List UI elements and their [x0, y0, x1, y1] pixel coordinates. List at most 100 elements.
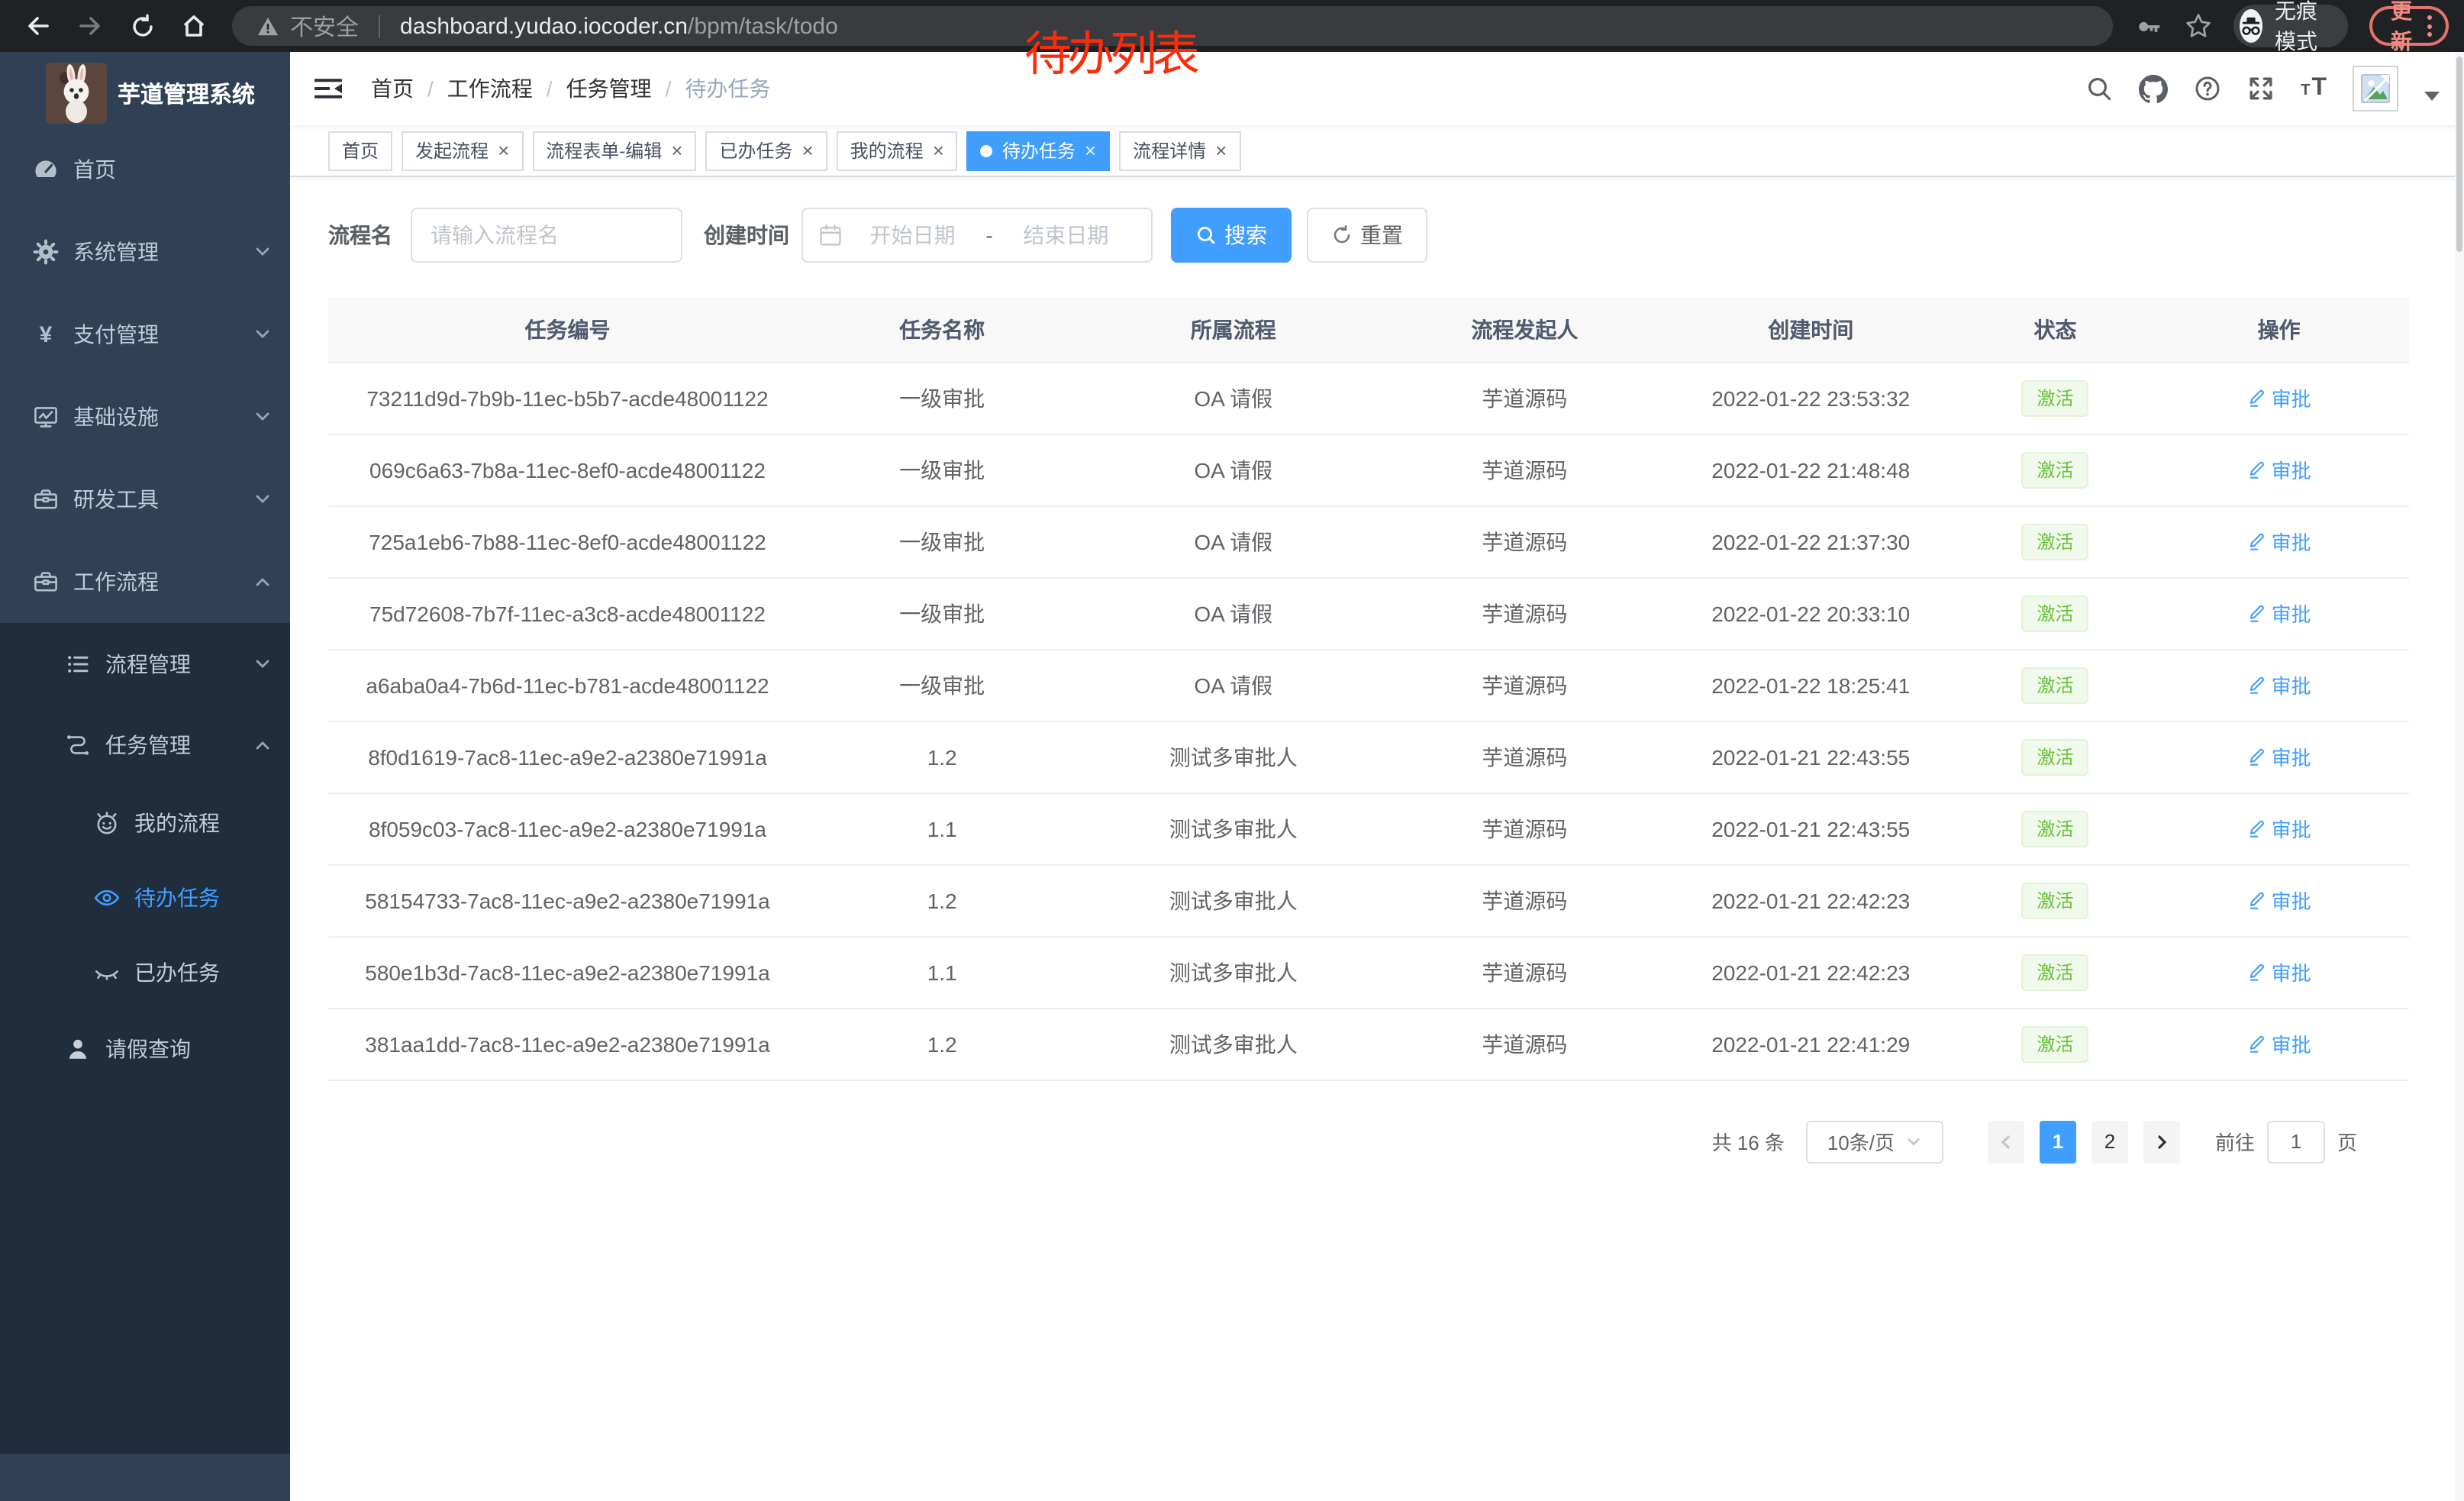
cell-status: 激活: [1962, 721, 2149, 792]
home-icon[interactable]: [171, 6, 217, 46]
approve-link[interactable]: 审批: [2247, 814, 2311, 843]
approve-link[interactable]: 审批: [2247, 599, 2311, 628]
reload-icon[interactable]: [119, 6, 165, 46]
close-icon[interactable]: ×: [1215, 140, 1227, 160]
font-size-icon[interactable]: TT: [2301, 75, 2327, 102]
approve-link[interactable]: 审批: [2247, 670, 2311, 699]
fullscreen-icon[interactable]: [2247, 75, 2275, 102]
date-range-picker[interactable]: 开始日期 - 结束日期: [801, 208, 1153, 263]
process-name-input[interactable]: [411, 208, 682, 263]
incognito-icon: [2240, 9, 2262, 43]
breadcrumb-workflow[interactable]: 工作流程: [447, 73, 533, 104]
scrollbar[interactable]: [2455, 52, 2464, 1501]
screen: 不安全 dashboard.yudao.iocoder.cn/bpm/task/…: [0, 0, 2464, 1501]
cell-process: OA 请假: [1077, 434, 1389, 505]
cell-process: 测试多审批人: [1077, 721, 1389, 792]
toolbox-icon: [32, 486, 60, 513]
sidebar-item-infrastructure[interactable]: 基础设施: [0, 376, 290, 458]
cell-status: 激活: [1962, 434, 2149, 505]
pen-icon: [2247, 460, 2267, 479]
approve-link[interactable]: 审批: [2247, 383, 2311, 412]
tab-process-detail[interactable]: 流程详情×: [1119, 131, 1240, 170]
dashboard-icon: [32, 156, 60, 183]
cell-task-name: 1.2: [807, 864, 1077, 936]
tab-done-tasks[interactable]: 已办任务×: [705, 131, 827, 170]
search-icon[interactable]: [2085, 75, 2113, 102]
chevron-down-icon: [253, 325, 272, 344]
app-logo[interactable]: 芋道管理系统: [0, 52, 290, 128]
top-navbar: 首页 / 工作流程 / 任务管理 / 待办任务: [290, 52, 2464, 125]
sidebar-item-workflow[interactable]: 工作流程: [0, 541, 290, 623]
close-icon[interactable]: ×: [671, 140, 682, 160]
calendar-icon: [818, 223, 843, 247]
table-row: 725a1eb6-7b88-11ec-8ef0-acde48001122 一级审…: [328, 505, 2409, 577]
sidebar-item-my-process[interactable]: 我的流程: [0, 785, 290, 860]
cell-process: OA 请假: [1077, 577, 1389, 649]
cell-created: 2022-01-21 22:42:23: [1660, 864, 1962, 936]
prev-page-button[interactable]: [1988, 1120, 2024, 1163]
site-security-chip[interactable]: 不安全: [256, 10, 359, 42]
sidebar-item-label: 支付管理: [73, 319, 159, 350]
search-button[interactable]: 搜索: [1171, 208, 1292, 263]
sidebar-item-todo-tasks[interactable]: 待办任务: [0, 860, 290, 934]
incognito-badge[interactable]: 无痕模式: [2233, 5, 2348, 47]
tab-my-process[interactable]: 我的流程×: [837, 131, 958, 170]
tab-process-form-edit[interactable]: 流程表单-编辑×: [532, 131, 696, 170]
help-icon[interactable]: [2194, 75, 2221, 102]
approve-link[interactable]: 审批: [2247, 957, 2311, 986]
browser-update-button[interactable]: 更新: [2369, 6, 2449, 46]
sidebar-item-dev-tools[interactable]: 研发工具: [0, 458, 290, 541]
forward-icon[interactable]: [67, 6, 113, 46]
page-1-button[interactable]: 1: [2040, 1120, 2076, 1163]
back-icon[interactable]: [15, 6, 61, 46]
tab-todo-tasks[interactable]: 待办任务×: [967, 131, 1110, 170]
tab-start-process[interactable]: 发起流程×: [402, 131, 523, 170]
sidebar-filler: [0, 1089, 290, 1454]
sidebar-item-home[interactable]: 首页: [0, 128, 290, 211]
breadcrumb-task-management[interactable]: 任务管理: [566, 73, 652, 104]
sidebar-item-task-management[interactable]: 任务管理: [0, 704, 290, 785]
cell-status: 激活: [1962, 649, 2149, 721]
approve-link[interactable]: 审批: [2247, 742, 2311, 771]
close-icon[interactable]: ×: [933, 140, 944, 160]
breadcrumb-home[interactable]: 首页: [371, 73, 414, 104]
page-2-button[interactable]: 2: [2091, 1120, 2128, 1163]
close-icon[interactable]: ×: [801, 140, 813, 160]
password-key-icon[interactable]: [2134, 11, 2163, 40]
sidebar-item-process-management[interactable]: 流程管理: [0, 623, 290, 704]
scrollbar-thumb[interactable]: [2456, 56, 2462, 252]
approve-link[interactable]: 审批: [2247, 1029, 2311, 1058]
sidebar-collapse-icon[interactable]: [311, 73, 345, 104]
github-icon[interactable]: [2139, 74, 2168, 103]
cell-created: 2022-01-21 22:43:55: [1660, 721, 1962, 792]
reset-button[interactable]: 重置: [1307, 208, 1427, 263]
sidebar-bottom-strip: [0, 1454, 290, 1501]
sidebar-item-payment[interactable]: ¥ 支付管理: [0, 293, 290, 376]
close-icon[interactable]: ×: [1085, 140, 1096, 160]
tab-home[interactable]: 首页: [328, 131, 392, 170]
sidebar-item-label: 工作流程: [73, 567, 159, 597]
cell-created: 2022-01-21 22:41:29: [1660, 1008, 1962, 1080]
next-page-button[interactable]: [2143, 1120, 2180, 1163]
sidebar-item-done-tasks[interactable]: 已办任务: [0, 934, 290, 1009]
cell-action: 审批: [2149, 505, 2409, 577]
avatar[interactable]: [2353, 66, 2398, 111]
sidebar-item-leave-query[interactable]: 请假查询: [0, 1009, 290, 1089]
bookmark-star-icon[interactable]: [2185, 12, 2212, 40]
approve-link[interactable]: 审批: [2247, 527, 2311, 556]
cell-task-name: 一级审批: [807, 505, 1077, 577]
cell-task-id: 73211d9d-7b9b-11ec-b5b7-acde48001122: [328, 362, 807, 434]
approve-link[interactable]: 审批: [2247, 886, 2311, 915]
sidebar-item-system[interactable]: 系统管理: [0, 211, 290, 293]
page-size-select[interactable]: 10条/页: [1806, 1120, 1943, 1163]
close-icon[interactable]: ×: [498, 140, 509, 160]
search-icon: [1195, 224, 1217, 246]
sidebar: 芋道管理系统 首页 系统管理 ¥ 支付管理: [0, 52, 290, 1501]
column-process: 所属流程: [1077, 298, 1389, 362]
approve-link[interactable]: 审批: [2247, 455, 2311, 484]
goto-page-input[interactable]: [2267, 1120, 2325, 1163]
status-badge: 激活: [2021, 379, 2088, 416]
avatar-caret-icon[interactable]: [2424, 92, 2440, 101]
filter-bar: 流程名 创建时间 开始日期 - 结束日期 搜索 重置: [328, 208, 2464, 263]
browser-menu-icon[interactable]: [2427, 15, 2432, 37]
